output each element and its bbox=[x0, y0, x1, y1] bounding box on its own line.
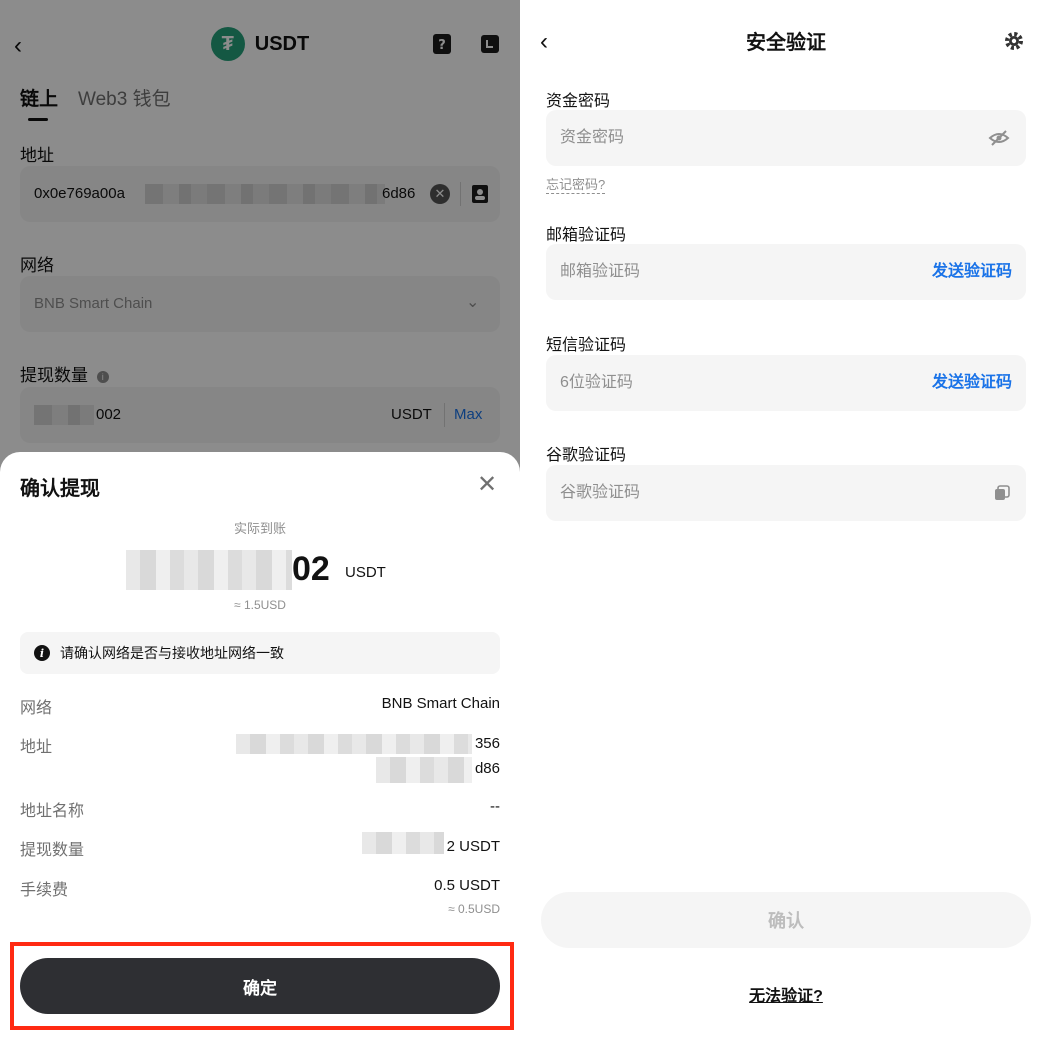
address-name-row-label: 地址名称 bbox=[20, 803, 85, 820]
eye-off-icon[interactable] bbox=[988, 129, 1010, 147]
received-amount-end: 02 bbox=[292, 550, 330, 588]
email-code-input[interactable]: 邮箱验证码 发送验证码 bbox=[546, 244, 1026, 300]
amount-row-label: 提现数量 bbox=[20, 842, 85, 859]
address-row-line1-end: 356 bbox=[474, 735, 500, 752]
fee-row-label: 手续费 bbox=[20, 882, 69, 899]
gear-icon[interactable] bbox=[1004, 31, 1024, 51]
fund-password-input[interactable]: 资金密码 bbox=[546, 110, 1026, 166]
info-icon: i bbox=[34, 645, 50, 661]
highlight-frame bbox=[10, 942, 514, 1030]
fee-row-usd: ≈ 0.5USD bbox=[448, 902, 500, 916]
send-sms-code-button[interactable]: 发送验证码 bbox=[932, 355, 1012, 411]
google-code-placeholder: 谷歌验证码 bbox=[560, 484, 641, 501]
close-icon[interactable]: ✕ bbox=[474, 472, 500, 498]
notice-text: 请确认网络是否与接收地址网络一致 bbox=[60, 645, 284, 661]
received-usd: ≈ 1.5USD bbox=[234, 598, 286, 612]
address-name-row-value: -- bbox=[490, 798, 500, 815]
cannot-verify-link[interactable]: 无法验证? bbox=[526, 982, 1046, 1006]
page-title: 安全验证 bbox=[746, 32, 826, 54]
email-code-placeholder: 邮箱验证码 bbox=[560, 263, 641, 280]
received-amount: 02 USDT bbox=[0, 548, 520, 592]
received-redacted bbox=[126, 550, 292, 590]
confirm-button[interactable]: 确认 bbox=[541, 892, 1031, 948]
sheet-title: 确认提现 bbox=[20, 478, 100, 500]
email-code-label: 邮箱验证码 bbox=[546, 227, 627, 244]
sms-code-placeholder: 6位验证码 bbox=[560, 374, 633, 391]
received-unit: USDT bbox=[345, 564, 386, 581]
paste-icon[interactable] bbox=[994, 485, 1010, 501]
sms-code-input[interactable]: 6位验证码 发送验证码 bbox=[546, 355, 1026, 411]
withdraw-screen: ‹ ₮ USDT ? 链上 Web3 钱包 地址 0x0e769a00a 6d8… bbox=[0, 0, 520, 1045]
security-verification-screen: ‹ 安全验证 资金密码 资金密码 忘记密码? 邮箱验证码 邮箱验证码 发送验证码… bbox=[526, 0, 1046, 1045]
google-code-input[interactable]: 谷歌验证码 bbox=[546, 465, 1026, 521]
amount-row-value-end: 2 USDT bbox=[446, 838, 500, 855]
network-notice: i 请确认网络是否与接收地址网络一致 bbox=[20, 632, 500, 674]
google-code-label: 谷歌验证码 bbox=[546, 447, 627, 464]
fund-password-label: 资金密码 bbox=[546, 93, 611, 110]
fee-row-value: 0.5 USDT bbox=[434, 877, 500, 894]
address-row-label: 地址 bbox=[20, 739, 53, 756]
forgot-password-link[interactable]: 忘记密码? bbox=[546, 174, 606, 194]
received-label: 实际到账 bbox=[233, 521, 286, 536]
amount-row-redacted bbox=[362, 832, 444, 854]
send-email-code-button[interactable]: 发送验证码 bbox=[932, 244, 1012, 300]
address-row-line2-end: d86 bbox=[474, 760, 500, 777]
network-row-label: 网络 bbox=[20, 700, 53, 717]
address-line2-redacted bbox=[376, 757, 472, 783]
sms-code-label: 短信验证码 bbox=[546, 337, 627, 354]
network-row-value: BNB Smart Chain bbox=[381, 695, 500, 712]
address-line1-redacted bbox=[236, 734, 472, 754]
fund-password-placeholder: 资金密码 bbox=[560, 129, 625, 146]
